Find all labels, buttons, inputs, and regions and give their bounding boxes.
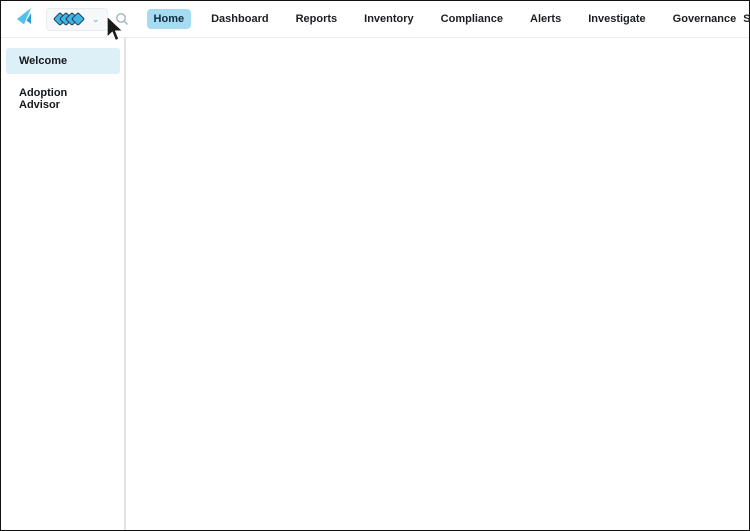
tab-home[interactable]: Home: [147, 9, 192, 29]
tenant-diamond-glyphs: [55, 14, 83, 24]
main-nav-tabs: Home Dashboard Reports Inventory Complia…: [147, 9, 744, 29]
main-content-area: [126, 38, 749, 530]
search-icon: [115, 12, 129, 26]
sidebar-item-welcome[interactable]: Welcome: [6, 48, 120, 74]
sidebar: Welcome Adoption Advisor: [1, 38, 126, 530]
tenant-selector-dropdown[interactable]: ⌄: [46, 8, 108, 31]
settings-button[interactable]: Settings: [743, 13, 750, 25]
sidebar-item-adoption-advisor[interactable]: Adoption Advisor: [6, 80, 120, 118]
chevron-down-icon: ⌄: [92, 15, 100, 24]
tab-investigate[interactable]: Investigate: [581, 9, 652, 29]
header-right-cluster: Settings 19%: [743, 9, 750, 30]
tab-alerts[interactable]: Alerts: [523, 9, 568, 29]
brand-logo-icon[interactable]: [13, 7, 35, 31]
search-button[interactable]: [115, 12, 129, 26]
tab-reports[interactable]: Reports: [289, 9, 345, 29]
tab-inventory[interactable]: Inventory: [357, 9, 421, 29]
top-navigation-bar: ⌄ Home Dashboard Reports Inventory Compl…: [1, 1, 749, 38]
tab-compliance[interactable]: Compliance: [434, 9, 510, 29]
page-body: Welcome Adoption Advisor: [1, 38, 749, 530]
tab-governance[interactable]: Governance: [666, 9, 744, 29]
app-window: ⌄ Home Dashboard Reports Inventory Compl…: [0, 0, 750, 531]
tab-dashboard[interactable]: Dashboard: [204, 9, 275, 29]
